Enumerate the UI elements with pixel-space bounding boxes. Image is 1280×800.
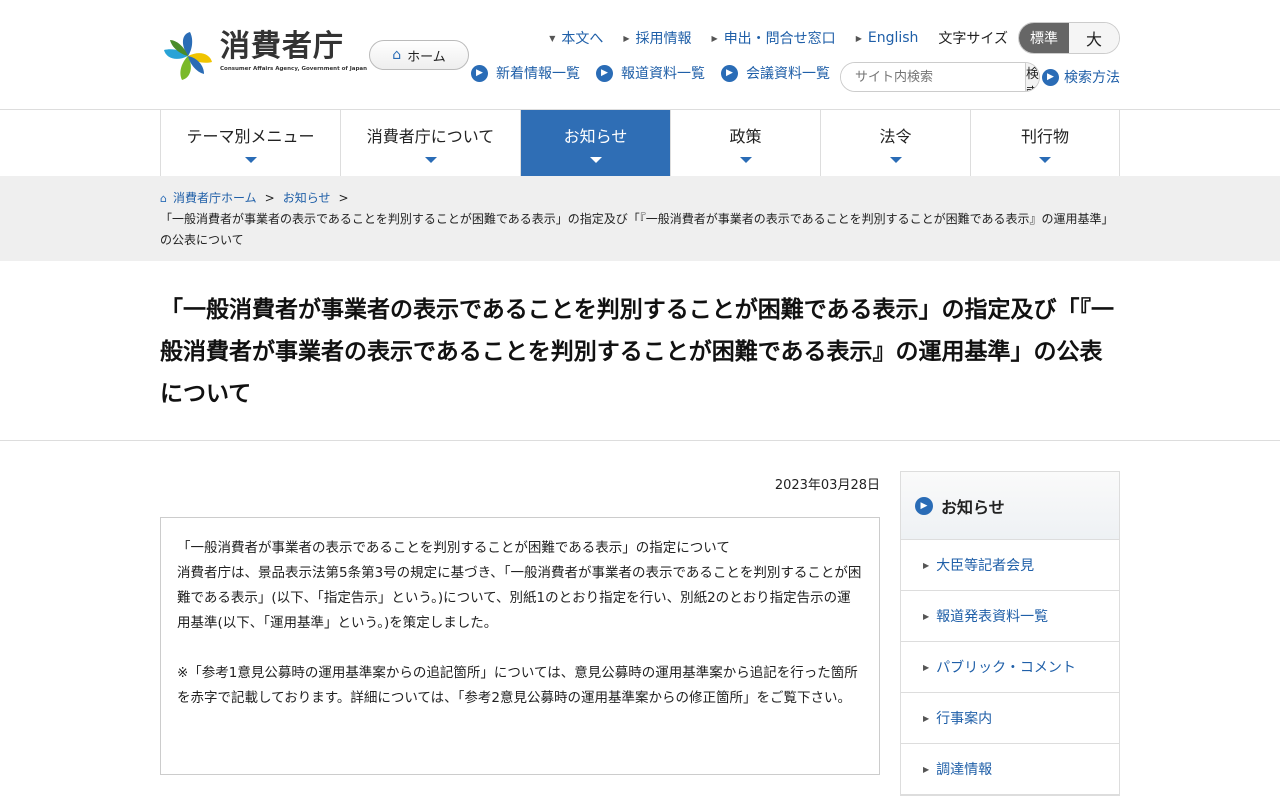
breadcrumb-separator: > (338, 191, 349, 205)
caret-right-icon: ▶ (923, 713, 930, 723)
sidebar-item-public-comment[interactable]: ▶ パブリック・コメント (901, 642, 1119, 693)
sidebar-item-label: 報道発表資料一覧 (936, 609, 1049, 625)
sub-link-label: 報道資料一覧 (621, 66, 705, 82)
sidebar: ▶ お知らせ ▶ 大臣等記者会見 ▶ 報道発表資料一覧 ▶ パブリック・コメント ▶ 行… (900, 471, 1120, 796)
search-help-label: 検索方法 (1064, 70, 1120, 86)
breadcrumb-current: 「一般消費者が事業者の表示であることを判別することが困難である表示」の指定及び「… (160, 212, 1114, 247)
sub-link-label: 新着情報一覧 (496, 66, 580, 82)
home-button[interactable]: ⌂ ホーム (369, 40, 469, 70)
home-button-label: ホーム (407, 49, 446, 65)
breadcrumb-bar: ⌂ 消費者庁ホーム > お知らせ > 「一般消費者が事業者の表示であることを判別すること… (0, 176, 1280, 261)
search-help-link[interactable]: ▶ 検索方法 (1042, 67, 1120, 87)
sidebar-item-label: 大臣等記者会見 (936, 558, 1035, 574)
gnav-label: 政策 (729, 127, 762, 146)
site-search: 検索 (840, 62, 1040, 92)
font-size-standard-button[interactable]: 標準 (1019, 23, 1069, 53)
sidebar-item-press-releases[interactable]: ▶ 報道発表資料一覧 (901, 591, 1119, 642)
sidebar-item-label: 調達情報 (936, 762, 993, 778)
sub-link-news[interactable]: ▶ 新着情報一覧 (471, 63, 580, 83)
sidebar-item-procurement[interactable]: ▶ 調達情報 (901, 744, 1119, 795)
top-link-label: 本文へ (561, 31, 604, 47)
top-link-skip-to-content[interactable]: ▼ 本文へ (549, 28, 603, 48)
arrow-circle-icon: ▶ (1042, 68, 1059, 86)
article-note: ※「参考1意見公募時の運用基準案からの追記箇所」については、意見公募時の運用基準… (177, 665, 858, 706)
sidebar-item-press-conference[interactable]: ▶ 大臣等記者会見 (901, 540, 1119, 591)
publish-date: 2023年03月28日 (774, 478, 880, 493)
dropdown-triangle-icon (739, 157, 752, 163)
caret-right-icon: ▶ (923, 764, 930, 774)
site-header: 消費者庁 Consumer Affairs Agency, Government… (0, 0, 1280, 110)
top-link-label: 申出・問合せ窓口 (723, 31, 836, 47)
logo-title: 消費者庁 (220, 29, 344, 64)
gnav-policy[interactable]: 政策 (671, 110, 821, 176)
font-size-large-button[interactable]: 大 (1069, 23, 1119, 53)
page-title: 「一般消費者が事業者の表示であることを判別することが困難である表示」の指定及び「… (160, 297, 1115, 407)
top-link-label: 採用情報 (635, 31, 692, 47)
gnav-about[interactable]: 消費者庁について (341, 110, 521, 176)
gnav-law[interactable]: 法令 (821, 110, 971, 176)
arrow-circle-icon: ▶ (596, 64, 613, 82)
caret-down-icon: ▼ (549, 33, 556, 43)
caret-right-icon: ▶ (923, 662, 930, 672)
dropdown-triangle-icon (244, 157, 257, 163)
arrow-circle-icon: ▶ (721, 64, 738, 82)
gnav-label: テーマ別メニュー (186, 127, 315, 146)
breadcrumb-section-link[interactable]: お知らせ (283, 191, 331, 205)
caret-right-icon: ▶ (923, 560, 930, 570)
sidebar-item-label: パブリック・コメント (936, 660, 1076, 676)
gnav-theme-menu[interactable]: テーマ別メニュー (161, 110, 341, 176)
gnav-publications[interactable]: 刊行物 (971, 110, 1120, 176)
gnav-news[interactable]: お知らせ (521, 110, 671, 176)
title-area: 「一般消費者が事業者の表示であることを判別することが困難である表示」の指定及び「… (0, 261, 1280, 441)
search-button[interactable]: 検索 (1025, 63, 1039, 91)
top-link-english[interactable]: ▶ English (856, 30, 919, 46)
gnav-label: 消費者庁について (366, 127, 495, 146)
breadcrumb-home-link[interactable]: 消費者庁ホーム (173, 191, 257, 205)
gnav-label: 刊行物 (1020, 127, 1069, 146)
search-input[interactable] (841, 63, 1025, 91)
dropdown-triangle-icon (424, 157, 437, 163)
logo-subtitle: Consumer Affairs Agency, Government of J… (220, 66, 368, 72)
home-icon: ⌂ (392, 47, 402, 63)
font-size-toggle: 標準 大 (1018, 22, 1120, 54)
breadcrumb-separator: > (264, 191, 275, 205)
caret-right-icon: ▶ (711, 33, 718, 43)
sidebar-title: お知らせ (941, 497, 1005, 517)
sub-link-label: 会議資料一覧 (746, 66, 830, 82)
sub-link-meetings[interactable]: ▶ 会議資料一覧 (721, 63, 830, 83)
home-icon: ⌂ (160, 192, 167, 205)
top-link-label: English (867, 30, 919, 46)
logo-emblem-icon (164, 32, 212, 80)
caret-right-icon: ▶ (855, 33, 862, 43)
article-body: 「一般消費者が事業者の表示であることを判別することが困難である表示」の指定につい… (160, 517, 880, 775)
caret-right-icon: ▶ (923, 611, 930, 621)
arrow-circle-icon: ▶ (471, 64, 488, 82)
global-nav: テーマ別メニュー 消費者庁について お知らせ 政策 法令 刊行物 (160, 110, 1120, 176)
arrow-circle-icon: ▶ (915, 496, 933, 515)
sub-nav: ▶ 新着情報一覧 ▶ 報道資料一覧 ▶ 会議資料一覧 (471, 63, 846, 83)
site-logo[interactable]: 消費者庁 Consumer Affairs Agency, Government… (160, 30, 367, 82)
article-heading: 「一般消費者が事業者の表示であることを判別することが困難である表示」の指定につい… (177, 540, 730, 556)
logo-text-block: 消費者庁 Consumer Affairs Agency, Government… (220, 29, 368, 73)
caret-right-icon: ▶ (623, 33, 630, 43)
gnav-label: お知らせ (563, 127, 628, 146)
font-size-label: 文字サイズ (938, 31, 1008, 47)
dropdown-triangle-icon (889, 157, 902, 163)
dropdown-triangle-icon (1039, 157, 1051, 163)
top-link-recruit[interactable]: ▶ 採用情報 (623, 28, 691, 48)
sub-link-press[interactable]: ▶ 報道資料一覧 (596, 63, 705, 83)
article-paragraph: 消費者庁は、景品表示法第5条第3号の規定に基づき、「一般消費者が事業者の表示であ… (177, 565, 862, 631)
breadcrumb: ⌂ 消費者庁ホーム > お知らせ > 「一般消費者が事業者の表示であることを判別すること… (160, 188, 1120, 251)
utility-nav: ▼ 本文へ ▶ 採用情報 ▶ 申出・問合せ窓口 ▶ English 文字サイズ 標準 大 (529, 22, 1120, 54)
sidebar-item-events[interactable]: ▶ 行事案内 (901, 693, 1119, 744)
top-link-contact[interactable]: ▶ 申出・問合せ窓口 (712, 28, 836, 48)
sidebar-heading: ▶ お知らせ (901, 472, 1119, 540)
sidebar-item-label: 行事案内 (936, 711, 993, 727)
dropdown-triangle-icon (589, 157, 602, 163)
gnav-label: 法令 (879, 127, 912, 146)
